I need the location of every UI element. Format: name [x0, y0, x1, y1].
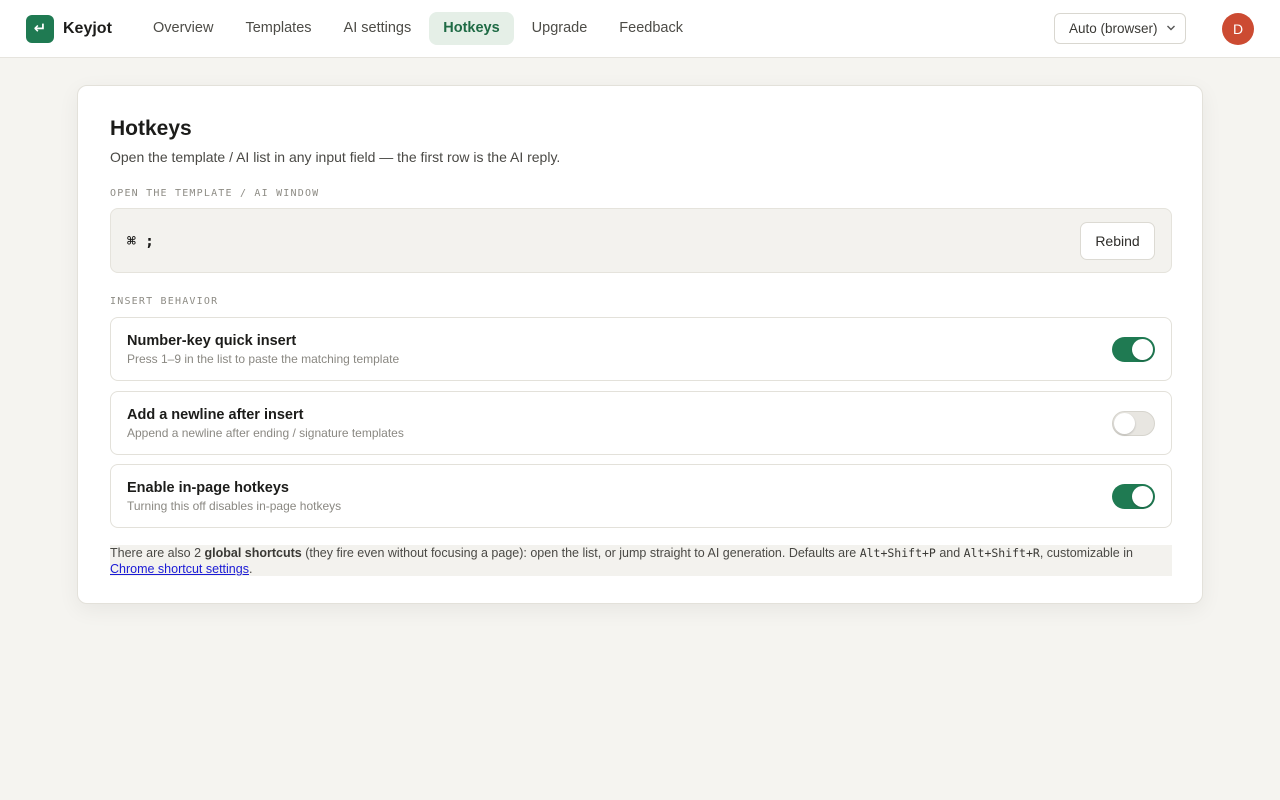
- option-title: Add a newline after insert: [127, 407, 304, 423]
- option-title: Enable in-page hotkeys: [127, 480, 289, 496]
- nav-item-upgrade[interactable]: Upgrade: [518, 12, 602, 45]
- note-text: (they fire even without focusing a page)…: [301, 546, 860, 560]
- hotkeys-card: Hotkeys Open the template / AI list in a…: [77, 85, 1203, 604]
- option-description: Press 1–9 in the list to paste the match…: [127, 352, 400, 366]
- section-label-open-window: OPEN THE TEMPLATE / AI WINDOW: [110, 188, 320, 199]
- toggle-knob: [1114, 413, 1135, 434]
- option-title: Number-key quick insert: [127, 333, 297, 349]
- note-text: , customizable in: [1039, 546, 1133, 560]
- language-select-value: Auto (browser): [1069, 21, 1158, 36]
- nav-item-templates[interactable]: Templates: [231, 12, 325, 45]
- brand-name[interactable]: Keyjot: [63, 19, 112, 39]
- chevron-down-icon: [1166, 14, 1176, 55]
- note-shortcut-code: Alt+Shift+R: [963, 546, 1040, 560]
- nav-item-ai-settings[interactable]: AI settings: [330, 12, 426, 45]
- option-row-in-page-hotkeys: Enable in-page hotkeys Turning this off …: [110, 464, 1172, 528]
- top-navigation-bar: ↵ Keyjot Overview Templates AI settings …: [0, 0, 1280, 58]
- in-page-hotkeys-toggle[interactable]: [1112, 484, 1155, 509]
- nav-item-hotkeys[interactable]: Hotkeys: [429, 12, 514, 45]
- open-window-shortcut-box: ⌘ ; Rebind: [110, 208, 1172, 273]
- keyjot-logo-icon[interactable]: ↵: [26, 15, 54, 43]
- newline-after-insert-toggle[interactable]: [1112, 411, 1155, 436]
- option-row-number-key-insert: Number-key quick insert Press 1–9 in the…: [110, 317, 1172, 381]
- note-bold-text: global shortcuts: [204, 546, 302, 560]
- nav-item-overview[interactable]: Overview: [139, 12, 227, 45]
- global-shortcuts-note: There are also 2 global shortcuts (they …: [110, 545, 1172, 576]
- page-title: Hotkeys: [110, 117, 192, 140]
- rebind-button[interactable]: Rebind: [1080, 222, 1155, 260]
- user-avatar[interactable]: D: [1222, 13, 1254, 45]
- option-row-newline-after-insert: Add a newline after insert Append a newl…: [110, 391, 1172, 455]
- option-description: Turning this off disables in-page hotkey…: [127, 499, 342, 513]
- key-combo-display: ⌘ ;: [127, 232, 155, 250]
- note-text: There are also 2: [110, 546, 205, 560]
- option-description: Append a newline after ending / signatur…: [127, 426, 404, 440]
- page-subtitle: Open the template / AI list in any input…: [110, 149, 561, 165]
- section-label-insert-behavior: INSERT BEHAVIOR: [110, 296, 219, 307]
- chrome-shortcut-settings-link[interactable]: Chrome shortcut settings: [110, 562, 249, 576]
- nav-item-feedback[interactable]: Feedback: [605, 12, 697, 45]
- main-nav: Overview Templates AI settings Hotkeys U…: [139, 12, 701, 45]
- note-text: .: [248, 562, 253, 576]
- number-key-insert-toggle[interactable]: [1112, 337, 1155, 362]
- note-text: and: [935, 546, 964, 560]
- language-select[interactable]: Auto (browser): [1054, 13, 1186, 44]
- note-shortcut-code: Alt+Shift+P: [859, 546, 936, 560]
- toggle-knob: [1132, 339, 1153, 360]
- toggle-knob: [1132, 486, 1153, 507]
